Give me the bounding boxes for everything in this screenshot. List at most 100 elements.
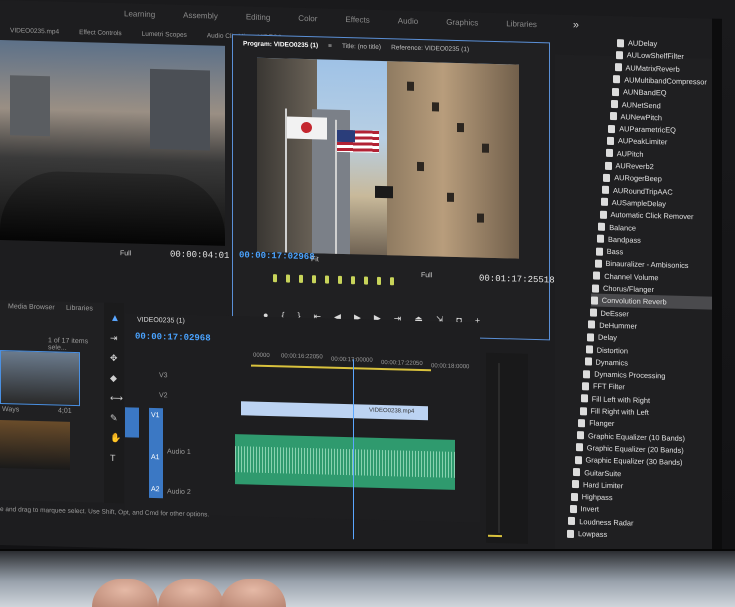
workspace-libraries[interactable]: Libraries [492, 18, 551, 29]
clip-thumbnail[interactable] [0, 350, 80, 407]
source-building [150, 68, 210, 151]
effect-item[interactable]: Lowpass [567, 527, 715, 544]
program-current-timecode[interactable]: 00:00:17:02968 [239, 250, 315, 262]
reference-tab[interactable]: Reference: VIDEO0235 (1) [391, 44, 469, 53]
marker[interactable] [377, 276, 381, 285]
workspace-overflow-icon[interactable]: » [559, 19, 593, 32]
premiere-window: Learning Assembly Editing Color Effects … [0, 0, 722, 564]
selection-tool-icon[interactable]: ▲ [110, 313, 120, 324]
marker[interactable] [364, 276, 368, 285]
effect-label: AUSampleDelay [611, 197, 666, 209]
workspace-assembly[interactable]: Assembly [169, 10, 232, 21]
source-resolution[interactable]: Full [120, 250, 131, 257]
effect-icon [612, 87, 619, 96]
effect-label: Distortion [596, 345, 628, 355]
effect-label: Hard Limiter [583, 480, 624, 491]
effect-icon [604, 161, 612, 170]
ruler-tick: 00000 [253, 352, 270, 360]
effect-label: AUNetSend [621, 99, 661, 110]
effect-label: DeEsser [600, 308, 629, 319]
effect-icon [593, 271, 601, 280]
ripple-edit-icon[interactable]: ✥ [110, 353, 118, 364]
track-label-v2[interactable]: V2 [159, 392, 168, 399]
project-panel: Media Browser Libraries 1 of 17 items se… [0, 300, 105, 503]
effect-icon [584, 357, 592, 366]
workspace-graphics[interactable]: Graphics [432, 17, 492, 28]
title-tab[interactable]: Title: (no title) [342, 42, 381, 50]
tab-source[interactable]: VIDEO0235.mp4 [0, 27, 69, 36]
tab-media-browser[interactable]: Media Browser [8, 303, 55, 311]
workspace-editing[interactable]: Editing [232, 12, 284, 22]
effect-icon [569, 504, 577, 513]
track-label-v1[interactable]: V1 [151, 412, 160, 419]
effect-label: AUMatrixReverb [625, 62, 680, 74]
timeline-timecode[interactable]: 00:00:17:02968 [135, 332, 211, 344]
program-video-frame [257, 57, 519, 259]
slip-icon[interactable]: ⟷ [110, 393, 123, 404]
effect-label: Fill Right with Left [590, 406, 649, 417]
clip-thumbnail[interactable] [0, 420, 70, 470]
marker[interactable] [299, 274, 303, 283]
effect-label: Automatic Click Remover [610, 210, 694, 222]
effect-icon [583, 369, 591, 379]
marker[interactable] [351, 276, 355, 285]
zoom-select[interactable]: Fit [311, 256, 319, 263]
marker[interactable] [390, 277, 394, 286]
effect-icon [590, 296, 598, 305]
effect-icon [614, 63, 622, 72]
effect-label: AUNBandEQ [623, 87, 667, 98]
effect-icon [609, 112, 617, 121]
clip-markers [273, 274, 493, 290]
program-title[interactable]: Program: VIDEO0235 (1) [243, 40, 318, 49]
effect-label: DeHummer [599, 320, 638, 331]
window [417, 161, 424, 172]
effect-label: Dynamics Processing [594, 369, 666, 381]
source-patch-v1[interactable] [125, 407, 139, 438]
program-menu-icon[interactable]: ≡ [328, 42, 332, 49]
marker[interactable] [273, 274, 277, 283]
meter-track [498, 363, 500, 534]
workspace-color[interactable]: Color [284, 13, 331, 23]
track-label-v3[interactable]: V3 [159, 372, 168, 379]
marker[interactable] [286, 274, 290, 283]
track-select-icon[interactable]: ⇥ [110, 333, 118, 344]
window [447, 192, 454, 202]
marker[interactable] [312, 275, 316, 284]
marker[interactable] [338, 275, 342, 284]
audio1-name: Audio 1 [167, 448, 191, 456]
pen-icon[interactable]: ✎ [110, 413, 118, 424]
sequence-tab[interactable]: VIDEO0235 (1) [137, 317, 185, 325]
effect-icon [613, 75, 621, 84]
effect-icon [617, 38, 624, 47]
playhead[interactable] [353, 359, 354, 540]
razor-icon[interactable]: ◆ [110, 373, 117, 384]
effect-icon [580, 394, 588, 403]
effect-label: AUReverb2 [615, 161, 654, 172]
workspace-effects[interactable]: Effects [331, 14, 383, 25]
tab-lumetri-scopes[interactable]: Lumetri Scopes [132, 30, 197, 39]
effect-label: Chorus/Flanger [603, 283, 654, 295]
effect-label: Bandpass [608, 234, 641, 245]
audio-clip[interactable] [235, 434, 455, 490]
video-clip[interactable]: VIDEO0238.mp4 [241, 401, 428, 421]
effect-label: Balance [609, 222, 636, 233]
marker[interactable] [325, 275, 329, 284]
tools-panel: ▲ ⇥ ✥ ◆ ⟷ ✎ ✋ T [104, 302, 124, 504]
effect-icon [597, 234, 604, 244]
effect-label: Bass [606, 246, 624, 257]
clip-name: Ways [2, 406, 20, 414]
effect-label: AUNewPitch [620, 112, 662, 123]
track-label-a2[interactable]: A2 [151, 486, 160, 493]
hand-icon[interactable]: ✋ [110, 433, 121, 444]
workspace-audio[interactable]: Audio [384, 16, 432, 26]
effect-icon [570, 492, 578, 501]
type-tool-icon[interactable]: T [110, 453, 116, 463]
effect-icon [567, 529, 574, 538]
tab-libraries[interactable]: Libraries [66, 305, 93, 313]
track-label-a1[interactable]: A1 [151, 454, 160, 461]
tab-effect-controls[interactable]: Effect Controls [69, 28, 132, 37]
effect-icon [585, 345, 593, 354]
workspace-learning[interactable]: Learning [110, 8, 169, 19]
video-clip-label: VIDEO0238.mp4 [369, 407, 415, 415]
effect-icon [587, 333, 594, 342]
